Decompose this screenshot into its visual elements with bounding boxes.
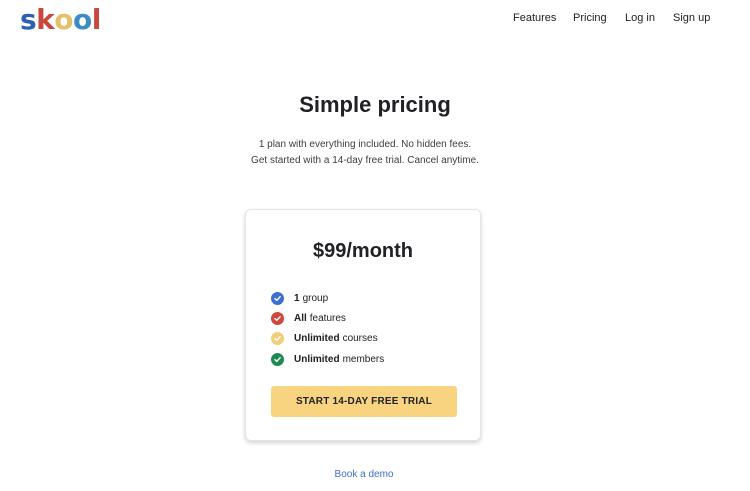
feature-highlight: Unlimited: [294, 353, 340, 365]
start-free-trial-button[interactable]: START 14-DAY FREE TRIAL: [271, 386, 457, 417]
feature-text: members: [342, 353, 385, 365]
feature-text: courses: [342, 333, 378, 345]
nav-pricing-link[interactable]: Pricing: [573, 11, 607, 25]
feature-item: Unlimited courses: [271, 329, 384, 349]
check-circle-icon: [271, 352, 284, 366]
subtitle-line-2: Get started with a 14-day free trial. Ca…: [251, 155, 479, 166]
pricing-page: skool Features Pricing Log in Sign up Si…: [0, 0, 750, 491]
check-circle-icon: [271, 332, 284, 346]
feature-text: features: [309, 313, 346, 325]
top-nav: Features Pricing Log in Sign up: [0, 11, 750, 25]
subtitle-line-1: 1 plan with everything included. No hidd…: [258, 139, 472, 150]
page-title: Simple pricing: [299, 92, 451, 117]
nav-features-link[interactable]: Features: [513, 11, 556, 25]
feature-list: 1 group All features Unlimited courses U…: [271, 288, 384, 370]
pricing-card: $99/month 1 group All features Unlimited…: [245, 209, 481, 441]
check-circle-icon: [271, 291, 284, 305]
feature-highlight: All: [294, 313, 307, 325]
feature-item: 1 group: [271, 288, 384, 308]
nav-login-link[interactable]: Log in: [625, 11, 655, 25]
plan-price: $99/month: [312, 240, 414, 262]
feature-text: group: [302, 292, 329, 304]
feature-item: All features: [271, 308, 384, 328]
feature-highlight: Unlimited: [294, 333, 340, 345]
book-demo-link[interactable]: Book a demo: [0, 468, 728, 482]
feature-item: Unlimited members: [271, 349, 384, 369]
nav-signup-link[interactable]: Sign up: [673, 11, 710, 25]
feature-highlight: 1: [294, 292, 300, 304]
check-circle-icon: [271, 312, 284, 326]
